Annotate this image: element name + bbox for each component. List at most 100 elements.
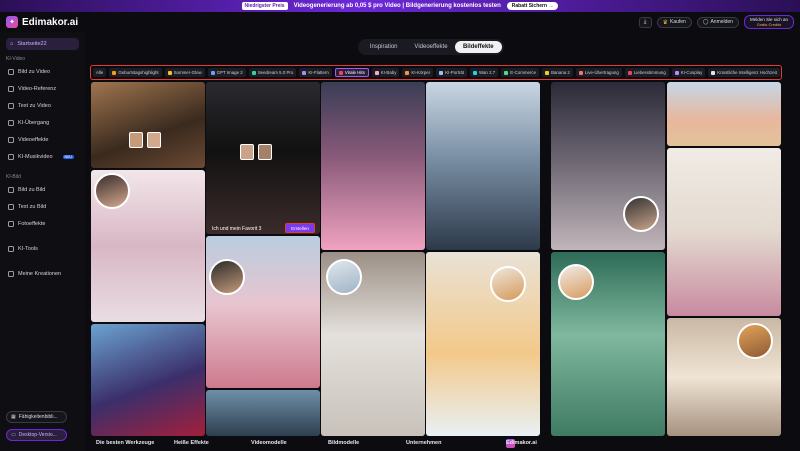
filter-chip-2[interactable]: Sommer-Glow — [164, 68, 205, 77]
tab-inspiration[interactable]: Inspiration — [360, 41, 407, 53]
brand-logo[interactable]: ✦ Edimakor.ai — [6, 16, 78, 28]
filter-chip-bar: Alle Geburtstagshighlight Sommer-Glow GPT I… — [90, 65, 782, 80]
gallery-card-bathtub-cat-newspaper[interactable] — [551, 252, 665, 436]
gallery-card-starfish-boy[interactable] — [667, 148, 781, 316]
filter-chip-9[interactable]: KI-Porträt — [436, 68, 467, 77]
filter-chip-6[interactable]: Virale Hits — [334, 68, 369, 77]
chip-icon — [578, 70, 583, 75]
chip-label: Seedream 5.0 Pro — [257, 70, 294, 75]
filter-chip-8[interactable]: KI-Körper — [402, 68, 434, 77]
chip-icon — [112, 70, 117, 75]
filter-chip-5[interactable]: KI-Flattern — [299, 68, 332, 77]
filter-chip-0[interactable]: Alle — [93, 68, 107, 77]
source-avatar — [623, 196, 659, 232]
gallery-card-bath-cat-orange[interactable] — [426, 252, 540, 436]
reference-thumbnail — [258, 144, 272, 160]
gallery-card-fantasy-elf[interactable] — [206, 390, 320, 436]
filter-chip-14[interactable]: Liebesstimmung — [624, 68, 669, 77]
gallery-card-avatar-dragon[interactable] — [91, 324, 205, 436]
sidebar-item-my-creations[interactable]: Meine Kreationen — [8, 269, 61, 278]
chip-icon — [473, 70, 477, 75]
filter-chip-1[interactable]: Geburtstagshighlight — [109, 68, 162, 77]
signup-button[interactable]: Melden Sie sich an Gratis Credits — [743, 15, 794, 29]
sidebar-item-image-to-video[interactable]: Bild zu Video — [8, 67, 50, 76]
chip-icon — [302, 70, 307, 75]
desktop-version-button[interactable]: ▭ Desktop-Versio... — [6, 429, 67, 441]
chip-icon — [711, 70, 716, 75]
filter-chip-11[interactable]: E-Commerce — [501, 68, 540, 77]
chip-label: Sommer-Glow — [173, 70, 202, 75]
gallery-card-couple-selfie[interactable] — [91, 82, 205, 168]
create-button[interactable]: Erstellen — [285, 223, 315, 233]
chip-label: Live-Übertragung — [584, 70, 619, 75]
filter-chip-12[interactable]: Banana 2 — [542, 68, 573, 77]
footer-col-video-models[interactable]: Videomodelle — [251, 440, 287, 446]
sidebar-item-ai-tools[interactable]: KI-Tools — [8, 244, 38, 253]
home-icon: ⌂ — [10, 41, 14, 47]
tools-icon — [8, 245, 14, 252]
main-content: Inspiration Videoeffekte Bildeffekte All… — [90, 32, 800, 451]
chip-label: Alle — [96, 70, 104, 75]
gallery-card-snow-slope[interactable] — [426, 82, 540, 250]
chip-icon — [338, 70, 343, 75]
chip-icon — [210, 70, 215, 75]
category-tabs: Inspiration Videoeffekte Bildeffekte — [358, 39, 504, 55]
filter-chip-13[interactable]: Live-Übertragung — [575, 68, 622, 77]
tab-image-effects[interactable]: Bildeffekte — [454, 41, 502, 53]
source-avatar — [737, 323, 773, 359]
chip-icon — [374, 70, 379, 75]
download-icon[interactable]: ⤓ — [638, 16, 652, 28]
tab-video-effects[interactable]: Videoeffekte — [407, 41, 454, 53]
transition-icon — [8, 119, 14, 126]
gallery-card-heart-couple[interactable]: Ich und mein Favorit 3 Erstellen — [206, 82, 320, 234]
filter-chip-10[interactable]: Wan 2.7 — [470, 68, 499, 77]
promo-claim-button[interactable]: Rabatt Sichern → — [506, 2, 559, 10]
sidebar-item-home[interactable]: ⌂ Startseite22 — [6, 38, 79, 50]
chip-icon — [439, 70, 444, 75]
login-button[interactable]: ◯ Anmelden — [696, 16, 739, 28]
filter-chip-4[interactable]: Seedream 5.0 Pro — [248, 68, 297, 77]
skills-library-button[interactable]: ▦ Fähigkeitenbibli... — [6, 411, 67, 423]
sidebar-item-text-to-image[interactable]: Text zu Bild — [8, 202, 46, 211]
gallery-card-beach-characters[interactable] — [667, 82, 781, 146]
new-badge: NEU — [62, 154, 74, 159]
promo-banner: Niedrigster Preis Videogenerierung ab 0,… — [0, 0, 800, 12]
sidebar-item-photo-effects[interactable]: Fotoeffekte — [8, 219, 45, 228]
gallery-card-stadium-girl[interactable] — [551, 82, 665, 250]
logo-text: Edimakor.ai — [22, 16, 79, 28]
sidebar-item-video-effects[interactable]: Videoeffekte — [8, 135, 48, 144]
footer-col-best-tools[interactable]: Die besten Werkzeuge — [96, 440, 154, 446]
sidebar-item-image-to-image[interactable]: Bild zu Bild — [8, 185, 45, 194]
gallery-card-spa-cat[interactable] — [321, 252, 425, 436]
source-avatar — [209, 259, 245, 295]
folder-icon — [8, 270, 14, 277]
sidebar-item-video-reference[interactable]: Video-Referenz — [8, 84, 56, 93]
card-caption: Ich und mein Favorit 3 — [212, 226, 262, 232]
chip-label: KI-Körper — [411, 70, 431, 75]
buy-button[interactable]: ♛ Kaufen — [656, 16, 692, 28]
filter-chip-7[interactable]: KI-Baby — [371, 68, 400, 77]
source-avatar — [94, 173, 130, 209]
footer-col-hot-effects[interactable]: Heiße Effekte — [174, 440, 209, 446]
desktop-icon: ▭ — [11, 432, 16, 438]
chip-label: Wan 2.7 — [479, 70, 496, 75]
music-video-icon — [8, 153, 14, 160]
chip-label: KI-Cosplay — [680, 70, 703, 75]
filter-chip-15[interactable]: KI-Cosplay — [671, 68, 706, 77]
gallery-card-kimono-girl[interactable] — [206, 236, 320, 388]
library-icon: ▦ — [11, 414, 16, 420]
footer-col-company[interactable]: Unternehmen — [406, 440, 441, 446]
chip-icon — [545, 70, 550, 75]
sidebar-item-music-video[interactable]: KI-Musikvideo NEU — [8, 152, 74, 161]
sidebar-item-transition[interactable]: KI-Übergang — [8, 118, 49, 127]
chip-label: KI-Flattern — [308, 70, 329, 75]
filter-chip-3[interactable]: GPT Image 2 — [207, 68, 246, 77]
gallery-card-sofa-man[interactable] — [667, 318, 781, 436]
source-avatar — [490, 266, 526, 302]
footer-col-image-models[interactable]: Bildmodelle — [328, 440, 359, 446]
sidebar-item-text-to-video[interactable]: Text zu Video — [8, 101, 51, 110]
gallery-card-anime-girl[interactable] — [91, 170, 205, 322]
chip-icon — [674, 70, 679, 75]
filter-chip-16[interactable]: Künstliche Intelligenz Hochzeit — [708, 68, 780, 77]
gallery-card-lips-character[interactable] — [321, 82, 425, 250]
